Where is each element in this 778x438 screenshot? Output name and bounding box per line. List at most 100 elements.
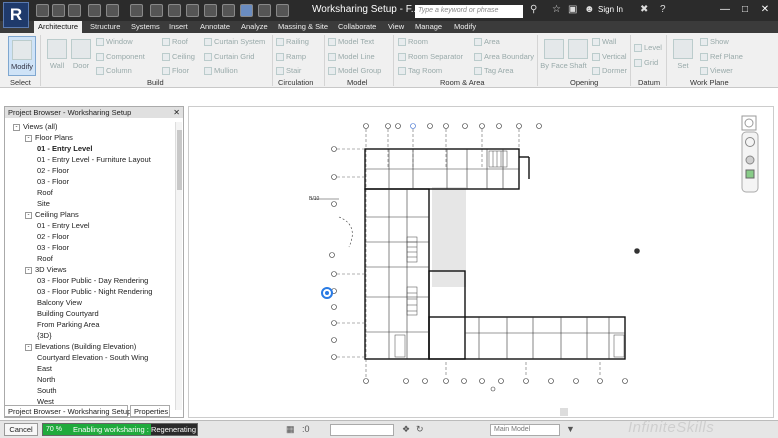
text-icon[interactable] <box>204 4 217 17</box>
section-icon[interactable] <box>240 4 253 17</box>
ramp-button[interactable]: Ramp <box>276 52 306 62</box>
railing-button[interactable]: Railing <box>276 37 309 47</box>
tree-item[interactable]: From Parking Area <box>37 320 100 330</box>
floor-plan-drawing[interactable]: B/10 <box>189 107 775 419</box>
undo-icon[interactable] <box>88 4 101 17</box>
model-text-button[interactable]: Model Text <box>328 37 374 47</box>
component-button[interactable]: Component <box>96 52 145 62</box>
refresh-icon[interactable]: ↻ <box>416 424 424 435</box>
elevation-marker-south[interactable] <box>490 386 496 392</box>
tab-project-browser[interactable]: Project Browser - Worksharing Setup <box>4 405 131 417</box>
collapse-toggle-icon[interactable]: - <box>25 343 32 351</box>
view-cube-icon[interactable] <box>741 115 757 131</box>
tree-item[interactable]: 02 - Floor <box>37 232 69 242</box>
room-button[interactable]: Room <box>398 37 428 47</box>
curtain-system-button[interactable]: Curtain System <box>204 37 265 47</box>
tree-item[interactable]: 02 - Floor <box>37 166 69 176</box>
door-button[interactable]: Door <box>67 36 95 76</box>
redo-icon[interactable] <box>106 4 119 17</box>
tree-item[interactable]: Building Courtyard <box>37 309 99 319</box>
grid-button[interactable]: Grid <box>634 58 658 68</box>
tab-collaborate[interactable]: Collaborate <box>334 21 380 33</box>
tab-insert[interactable]: Insert <box>165 21 192 33</box>
editable-only-icon[interactable]: ❖ <box>402 424 410 435</box>
close-icon[interactable]: ✕ <box>173 107 180 118</box>
show-button[interactable]: Show <box>700 37 729 47</box>
column-button[interactable]: Column <box>96 66 132 76</box>
filter-icon[interactable]: ▼ <box>566 424 575 434</box>
cart-icon[interactable]: ▣ <box>568 4 577 15</box>
dormer-button[interactable]: Dormer <box>592 66 627 76</box>
tree-item[interactable]: 01 - Entry Level <box>37 144 92 154</box>
tree-item[interactable]: 03 - Floor Public - Day Rendering <box>37 276 148 286</box>
room-separator-button[interactable]: Room Separator <box>398 52 463 62</box>
tab-massing-site[interactable]: Massing & Site <box>274 21 332 33</box>
tab-properties[interactable]: Properties <box>130 405 170 417</box>
cancel-button[interactable]: Cancel <box>4 423 38 436</box>
collapse-toggle-icon[interactable]: - <box>25 211 32 219</box>
tree-item[interactable]: 03 - Floor <box>37 243 69 253</box>
collapse-toggle-icon[interactable]: - <box>25 134 32 142</box>
tree-item[interactable]: - Floor Plans <box>25 133 73 143</box>
ceiling-button[interactable]: Ceiling <box>162 52 195 62</box>
mullion-button[interactable]: Mullion <box>204 66 238 76</box>
viewer-button[interactable]: Viewer <box>700 66 733 76</box>
tree-item[interactable]: - Elevations (Building Elevation) <box>25 342 136 352</box>
shaft-button[interactable]: Shaft <box>564 36 592 76</box>
level-button[interactable]: Level <box>634 43 662 53</box>
model-group-button[interactable]: Model Group <box>328 66 381 76</box>
user-icon[interactable]: ☻ <box>584 4 595 15</box>
opening-wall-button[interactable]: Wall <box>592 37 616 47</box>
modify-button[interactable]: Modify <box>8 36 36 76</box>
tree-item[interactable]: Balcony View <box>37 298 82 308</box>
tab-annotate[interactable]: Annotate <box>196 21 234 33</box>
roof-button[interactable]: Roof <box>162 37 188 47</box>
horizontal-scrollbar[interactable] <box>188 408 774 416</box>
thin-lines-icon[interactable] <box>258 4 271 17</box>
minimize-button[interactable]: — <box>718 3 732 17</box>
3d-view-icon[interactable] <box>222 4 235 17</box>
curtain-grid-button[interactable]: Curtain Grid <box>204 52 254 62</box>
drawing-area[interactable]: B/10 <box>188 106 774 418</box>
application-menu-button[interactable]: R <box>3 2 29 28</box>
tree-item[interactable]: 01 - Entry Level - Furniture Layout <box>37 155 151 165</box>
star-icon[interactable]: ☆ <box>552 4 561 15</box>
tree-item[interactable]: - Views (all) <box>13 122 57 132</box>
elevation-marker-east[interactable] <box>634 248 640 254</box>
tree-item[interactable]: 01 - Entry Level <box>37 221 90 231</box>
sign-in-link[interactable]: Sign In <box>598 5 623 14</box>
measure-icon[interactable] <box>150 4 163 17</box>
stair-button[interactable]: Stair <box>276 66 301 76</box>
close-button[interactable]: ✕ <box>758 3 772 17</box>
active-workset-field[interactable] <box>330 424 394 436</box>
zoom-icon[interactable] <box>745 155 755 165</box>
area-boundary-button[interactable]: Area Boundary <box>474 52 534 62</box>
open-icon[interactable] <box>36 4 49 17</box>
sync-icon[interactable] <box>68 4 81 17</box>
tree-item[interactable]: Courtyard Elevation - South Wing <box>37 353 148 363</box>
tree-item[interactable]: -3D Views <box>25 265 67 275</box>
maximize-button[interactable]: □ <box>738 3 752 17</box>
tree-item[interactable]: - Ceiling Plans <box>25 210 79 220</box>
save-icon[interactable] <box>52 4 65 17</box>
tag-room-button[interactable]: Tag Room <box>398 66 442 76</box>
design-option-field[interactable]: Main Model <box>490 424 560 436</box>
scrollbar-thumb[interactable] <box>177 130 182 190</box>
panel-room-area[interactable]: Room & Area <box>440 78 485 87</box>
tree-item[interactable]: South <box>37 386 57 396</box>
floor-button[interactable]: Floor <box>162 66 189 76</box>
tab-manage[interactable]: Manage <box>411 21 446 33</box>
vertical-button[interactable]: Vertical <box>592 52 627 62</box>
print-icon[interactable] <box>130 4 143 17</box>
collapse-toggle-icon[interactable]: - <box>25 266 32 274</box>
tree-item[interactable]: East <box>37 364 52 374</box>
tag-icon[interactable] <box>186 4 199 17</box>
tree-item[interactable]: 03 - Floor Public - Night Rendering <box>37 287 152 297</box>
tree-item[interactable]: {3D} <box>37 331 52 341</box>
tree-item[interactable]: Roof <box>37 254 53 264</box>
tree-item[interactable]: Roof <box>37 188 53 198</box>
set-button[interactable]: Set <box>669 36 697 76</box>
area-button[interactable]: Area <box>474 37 500 47</box>
tree-item[interactable]: Site <box>37 199 50 209</box>
collapse-toggle-icon[interactable]: - <box>13 123 20 131</box>
